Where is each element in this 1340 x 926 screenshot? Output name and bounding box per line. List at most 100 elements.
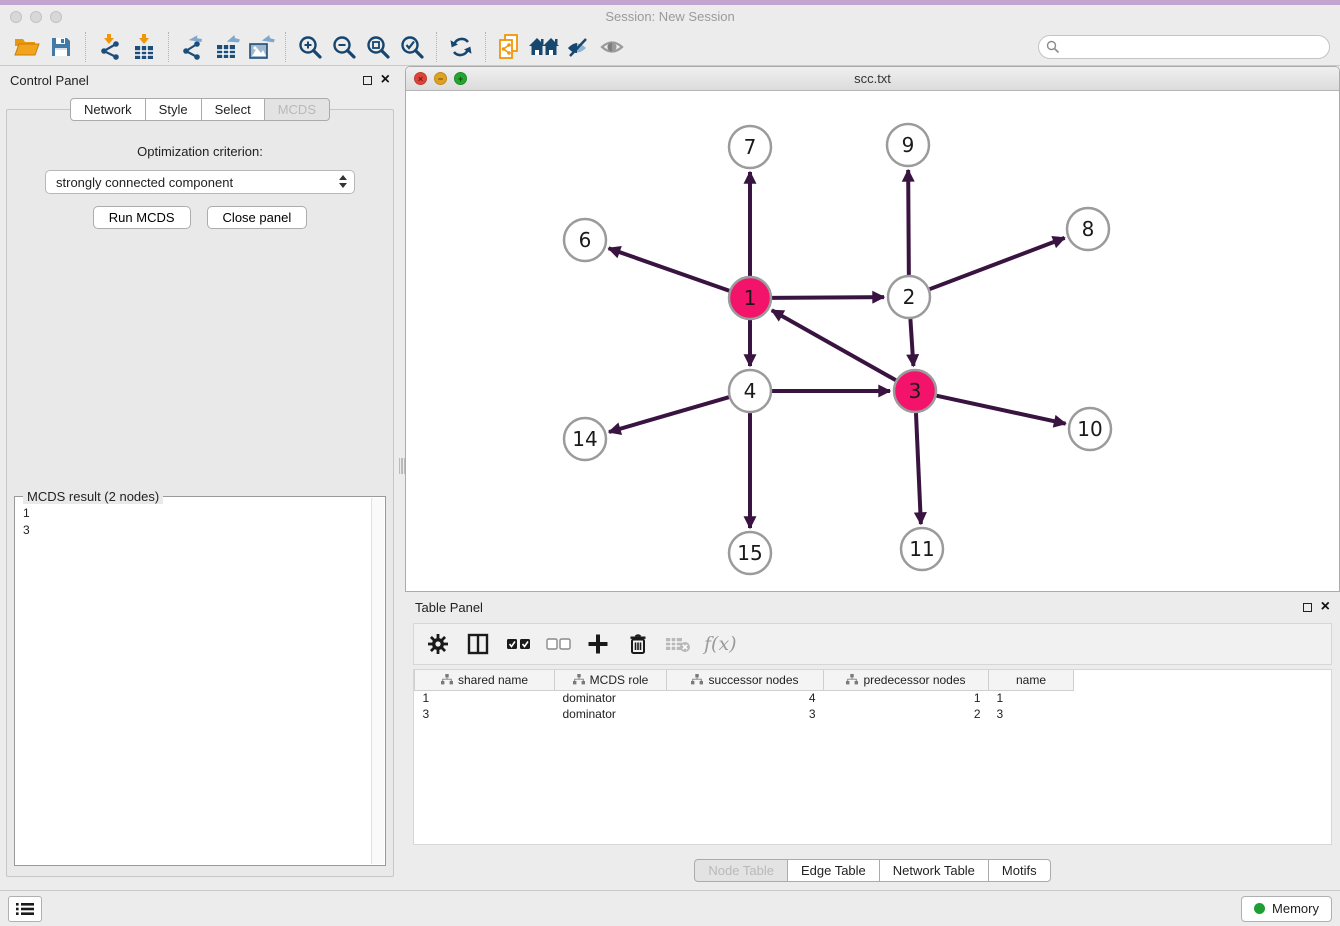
tab-edge-table[interactable]: Edge Table [787,859,880,882]
select-all-columns-icon[interactable] [500,627,536,661]
close-network-icon[interactable]: × [414,72,427,85]
table-cell[interactable]: 4 [667,690,824,706]
table-panel: Table Panel × f(x) [405,594,1340,886]
column-header-successor-nodes[interactable]: successor nodes [667,670,824,690]
edge-1-6[interactable] [609,248,730,290]
result-scrollbar[interactable] [371,498,384,864]
table-cell[interactable]: 3 [667,706,824,722]
edge-2-8[interactable] [930,238,1065,289]
app-title: Session: New Session [0,9,1340,24]
app-titlebar: Session: New Session [0,5,1340,28]
table-cell[interactable]: 1 [989,690,1074,706]
run-mcds-button[interactable]: Run MCDS [93,206,191,229]
tab-network-table[interactable]: Network Table [879,859,989,882]
search-field-wrap [1038,35,1330,59]
graph-node-label-2: 2 [903,285,916,309]
mcds-result-box: MCDS result (2 nodes) 1 3 [14,496,386,866]
toolbar-separator [436,32,437,62]
save-session-icon[interactable] [44,31,78,63]
table-row[interactable]: 1dominator411 [415,690,1074,706]
node-table[interactable]: shared name MCDS role successor nodes pr… [414,670,1074,722]
column-header-predecessor-nodes[interactable]: predecessor nodes [824,670,989,690]
selected-option: strongly connected component [56,175,233,190]
export-image-icon[interactable] [244,31,278,63]
tab-node-table[interactable]: Node Table [694,859,788,882]
table-cell[interactable]: 1 [415,690,555,706]
import-network-icon[interactable] [93,31,127,63]
network-graph-canvas[interactable]: 7968124314101511 [406,91,1339,591]
column-header-mcds-role[interactable]: MCDS role [555,670,667,690]
export-table-icon[interactable] [210,31,244,63]
memory-label: Memory [1272,901,1319,916]
mcds-result-title: MCDS result (2 nodes) [23,489,163,504]
tab-style[interactable]: Style [145,98,202,121]
float-panel-icon[interactable] [363,76,372,85]
graph-node-label-14: 14 [572,427,597,451]
network-from-selection-icon[interactable] [493,31,527,63]
edge-2-3[interactable] [910,319,913,366]
delete-column-trash-icon[interactable] [620,627,656,661]
optimization-criterion-select[interactable]: strongly connected component [45,170,355,194]
control-panel: Control Panel × Network Style Select MCD… [0,67,400,885]
apply-layout-icon[interactable] [444,31,478,63]
edge-3-11[interactable] [916,413,921,524]
search-input[interactable] [1038,35,1330,59]
hide-selected-icon[interactable] [561,31,595,63]
create-column-plus-icon[interactable] [580,627,616,661]
table-settings-gear-icon[interactable] [420,627,456,661]
export-network-icon[interactable] [176,31,210,63]
select-stepper-icon [339,175,347,188]
open-session-icon[interactable] [10,31,44,63]
column-header-name[interactable]: name [989,670,1074,690]
edge-3-10[interactable] [936,396,1065,424]
task-history-button[interactable] [8,896,42,922]
function-builder-icon: f(x) [704,633,737,655]
column-header-shared-name[interactable]: shared name [415,670,555,690]
table-cell[interactable]: 3 [989,706,1074,722]
table-cell[interactable]: 2 [824,706,989,722]
table-tabs: Node Table Edge Table Network Table Moti… [405,859,1340,882]
zoom-fit-icon[interactable] [361,31,395,63]
network-window-titlebar[interactable]: × − + scc.txt [406,67,1339,91]
zoom-in-icon[interactable] [293,31,327,63]
memory-status-icon [1254,903,1265,914]
mcds-result-list[interactable]: 1 3 [15,497,385,547]
table-cell[interactable]: dominator [555,706,667,722]
optimization-criterion-label: Optimization criterion: [7,144,393,159]
zoom-selected-icon[interactable] [395,31,429,63]
maximize-network-icon[interactable]: + [454,72,467,85]
toggle-column-panel-icon[interactable] [460,627,496,661]
memory-button[interactable]: Memory [1241,896,1332,922]
table-cell[interactable]: 3 [415,706,555,722]
tab-select[interactable]: Select [201,98,265,121]
close-table-panel-icon[interactable]: × [1321,602,1330,612]
tab-motifs[interactable]: Motifs [988,859,1051,882]
home-icon[interactable] [527,31,561,63]
tab-mcds[interactable]: MCDS [264,98,330,121]
close-panel-button[interactable]: Close panel [207,206,308,229]
edge-4-14[interactable] [609,397,729,432]
zoom-out-icon[interactable] [327,31,361,63]
graph-node-label-9: 9 [902,133,915,157]
graph-node-label-11: 11 [909,537,934,561]
edge-2-9[interactable] [908,170,909,275]
deselect-all-columns-icon[interactable] [540,627,576,661]
import-table-icon[interactable] [127,31,161,63]
tab-network[interactable]: Network [70,98,146,121]
table-header-row[interactable]: shared name MCDS role successor nodes pr… [415,670,1074,690]
table-panel-title: Table Panel [415,600,483,615]
mcds-panel-body: Optimization criterion: strongly connect… [6,109,394,877]
graph-node-label-6: 6 [579,228,592,252]
show-all-icon[interactable] [595,31,629,63]
minimize-network-icon[interactable]: − [434,72,447,85]
close-panel-icon[interactable]: × [381,75,390,85]
delete-table-icon [660,627,696,661]
float-table-panel-icon[interactable] [1303,603,1312,612]
graph-node-label-15: 15 [737,541,762,565]
edge-3-1[interactable] [772,310,896,380]
table-cell[interactable]: dominator [555,690,667,706]
table-row[interactable]: 3dominator323 [415,706,1074,722]
graph-node-label-8: 8 [1082,217,1095,241]
edge-1-2[interactable] [772,297,884,298]
table-cell[interactable]: 1 [824,690,989,706]
